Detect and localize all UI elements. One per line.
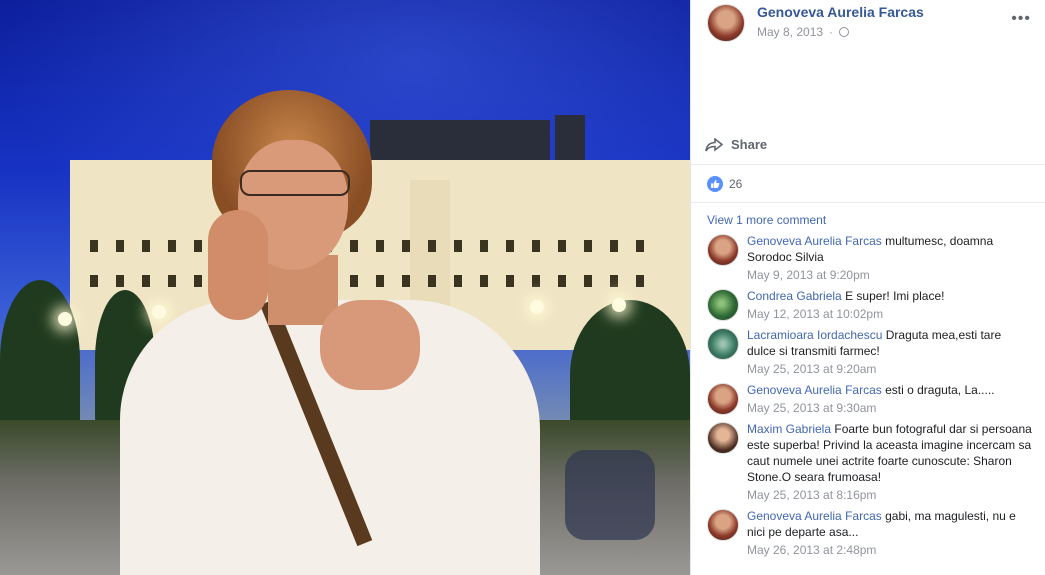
post-photo[interactable] [0,0,690,575]
comment-timestamp[interactable]: May 25, 2013 at 8:16pm [747,488,1033,502]
commenter-avatar[interactable] [707,422,739,454]
view-more-comments-link[interactable]: View 1 more comment [691,203,1045,233]
facebook-photo-viewer: Genoveva Aurelia Farcas May 8, 2013 · ••… [0,0,1045,575]
comment: Genoveva Aurelia Farcas gabi, ma magules… [707,508,1033,557]
commenter-avatar[interactable] [707,289,739,321]
like-icon [707,175,723,192]
commenter-name-link[interactable]: Genoveva Aurelia Farcas [747,509,882,523]
photo-lamp [612,298,626,312]
post-side-panel: Genoveva Aurelia Farcas May 8, 2013 · ••… [690,0,1045,575]
comment-text: E super! Imi place! [845,289,945,303]
photo-lamp [58,312,72,326]
author-avatar[interactable] [707,4,745,42]
photo-windows-upper [90,240,660,252]
commenter-avatar[interactable] [707,234,739,266]
photo-lamp [530,300,544,314]
photo-windows-lower [90,275,660,287]
comment-text: esti o draguta, La..... [885,383,995,397]
commenter-name-link[interactable]: Genoveva Aurelia Farcas [747,234,882,248]
comment-timestamp[interactable]: May 25, 2013 at 9:20am [747,362,1033,376]
comment-timestamp[interactable]: May 12, 2013 at 10:02pm [747,307,944,321]
comment: Genoveva Aurelia Farcas multumesc, doamn… [707,233,1033,282]
post-date-link[interactable]: May 8, 2013 [757,25,823,39]
share-icon [705,137,723,152]
author-name-link[interactable]: Genoveva Aurelia Farcas [757,4,924,20]
photo-tree-left [0,280,80,440]
ellipsis-icon[interactable]: ••• [1011,10,1031,28]
commenter-avatar[interactable] [707,509,739,541]
comments-list: Genoveva Aurelia Farcas multumesc, doamn… [691,233,1045,557]
photo-glasses [240,170,350,196]
photo-bench-people [565,450,655,540]
photo-lamp [152,305,166,319]
photo-hand-chest [320,300,420,390]
comment: Lacramioara Iordachescu Draguta mea,esti… [707,327,1033,376]
commenter-avatar[interactable] [707,328,739,360]
comment: Genoveva Aurelia Farcas esti o draguta, … [707,382,1033,415]
reactions-summary[interactable]: 26 [691,165,1045,203]
post-header: Genoveva Aurelia Farcas May 8, 2013 · ••… [691,0,1045,125]
commenter-avatar[interactable] [707,383,739,415]
reaction-count: 26 [729,176,743,191]
commenter-name-link[interactable]: Maxim Gabriela [747,422,831,436]
globe-icon[interactable] [839,27,850,37]
commenter-name-link[interactable]: Lacramioara Iordachescu [747,328,882,342]
comment-timestamp[interactable]: May 26, 2013 at 2:48pm [747,543,1033,557]
comment: Maxim Gabriela Foarte bun fotograful dar… [707,421,1033,502]
share-label: Share [731,137,768,152]
post-meta: May 8, 2013 · [757,25,850,39]
comment: Condrea Gabriela E super! Imi place! May… [707,288,1033,321]
photo-hand-phone [208,210,268,320]
share-button[interactable]: Share [691,125,1045,165]
comment-timestamp[interactable]: May 9, 2013 at 9:20pm [747,268,1033,282]
commenter-name-link[interactable]: Genoveva Aurelia Farcas [747,383,882,397]
comment-timestamp[interactable]: May 25, 2013 at 9:30am [747,401,995,415]
commenter-name-link[interactable]: Condrea Gabriela [747,289,842,303]
